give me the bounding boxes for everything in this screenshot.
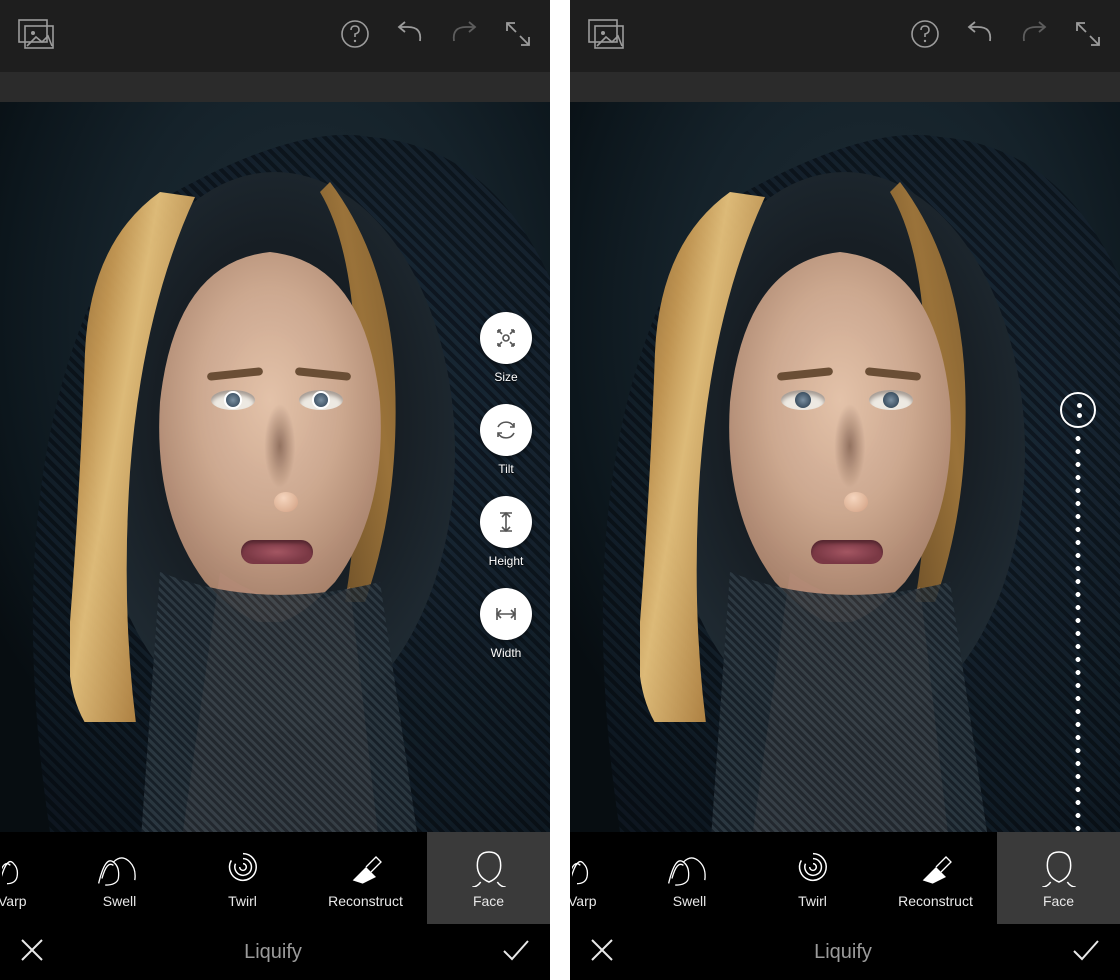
adjust-slider[interactable]: [1060, 392, 1096, 832]
tool-reconstruct-label: Reconstruct: [328, 893, 403, 909]
tool-swell[interactable]: Swell: [58, 832, 181, 924]
arrows-horizontal-icon: [493, 601, 519, 627]
face-eye-marker-right[interactable]: [312, 391, 330, 409]
face-size-button[interactable]: [480, 312, 532, 364]
reconstruct-icon: [346, 847, 386, 887]
footer: Liquify: [0, 924, 550, 980]
fullscreen-icon[interactable]: [504, 20, 532, 53]
tool-face-label: Face: [473, 893, 504, 909]
tool-twirl[interactable]: Twirl: [181, 832, 304, 924]
subbar: [570, 72, 1120, 102]
fullscreen-icon[interactable]: [1074, 20, 1102, 53]
face-height-button[interactable]: [480, 496, 532, 548]
close-icon: [588, 936, 616, 964]
warp-icon: [2, 847, 42, 887]
screenshot-right: Varp Swell Twirl: [570, 0, 1120, 980]
tool-reconstruct-label: Reconstruct: [898, 893, 973, 909]
face-eye-marker-left[interactable]: [224, 391, 242, 409]
check-icon: [500, 936, 532, 964]
liquify-tools: Varp Swell Twirl: [570, 832, 1120, 924]
arrows-vertical-icon: [493, 509, 519, 535]
redo-icon[interactable]: [1018, 19, 1052, 54]
tool-swell-label: Swell: [103, 893, 136, 909]
swell-icon: [97, 847, 143, 887]
gallery-icon[interactable]: [588, 19, 624, 54]
mode-title: Liquify: [814, 941, 872, 964]
rotate-icon: [493, 417, 519, 443]
slider-track: [1075, 432, 1081, 832]
face-width-button[interactable]: [480, 588, 532, 640]
undo-icon[interactable]: [392, 19, 426, 54]
help-icon[interactable]: [340, 19, 370, 54]
face-width-label: Width: [491, 646, 522, 660]
accept-button[interactable]: [500, 936, 532, 969]
cancel-button[interactable]: [18, 936, 46, 969]
face-icon: [1039, 847, 1079, 887]
face-tilt-button[interactable]: [480, 404, 532, 456]
topbar: [0, 0, 550, 72]
image-canvas[interactable]: [570, 102, 1120, 832]
face-height-label: Height: [489, 554, 524, 568]
tool-face[interactable]: Face: [997, 832, 1120, 924]
tool-twirl-label: Twirl: [228, 893, 257, 909]
accept-button[interactable]: [1070, 936, 1102, 969]
face-tilt-label: Tilt: [498, 462, 514, 476]
slider-knob[interactable]: [1060, 392, 1096, 428]
face-controls: Size Tilt: [480, 312, 532, 660]
twirl-icon: [793, 847, 833, 887]
undo-icon[interactable]: [962, 19, 996, 54]
subbar: [0, 72, 550, 102]
tool-warp[interactable]: Varp: [570, 832, 628, 924]
cancel-button[interactable]: [588, 936, 616, 969]
screenshot-left: Size Tilt: [0, 0, 550, 980]
footer: Liquify: [570, 924, 1120, 980]
swell-icon: [667, 847, 713, 887]
redo-icon[interactable]: [448, 19, 482, 54]
tool-face[interactable]: Face: [427, 832, 550, 924]
tool-reconstruct[interactable]: Reconstruct: [874, 832, 997, 924]
mode-title: Liquify: [244, 941, 302, 964]
topbar: [570, 0, 1120, 72]
warp-icon: [572, 847, 612, 887]
face-icon: [469, 847, 509, 887]
close-icon: [18, 936, 46, 964]
liquify-tools: Varp Swell Twirl: [0, 832, 550, 924]
tool-swell[interactable]: Swell: [628, 832, 751, 924]
tool-warp-label: Varp: [570, 893, 597, 909]
twirl-icon: [223, 847, 263, 887]
tool-swell-label: Swell: [673, 893, 706, 909]
tool-twirl-label: Twirl: [798, 893, 827, 909]
tool-reconstruct[interactable]: Reconstruct: [304, 832, 427, 924]
image-canvas[interactable]: Size Tilt: [0, 102, 550, 832]
gallery-icon[interactable]: [18, 19, 54, 54]
reconstruct-icon: [916, 847, 956, 887]
help-icon[interactable]: [910, 19, 940, 54]
tool-face-label: Face: [1043, 893, 1074, 909]
arrows-out-icon: [493, 325, 519, 351]
tool-warp-label: Varp: [0, 893, 27, 909]
tool-warp[interactable]: Varp: [0, 832, 58, 924]
face-size-label: Size: [494, 370, 517, 384]
check-icon: [1070, 936, 1102, 964]
tool-twirl[interactable]: Twirl: [751, 832, 874, 924]
